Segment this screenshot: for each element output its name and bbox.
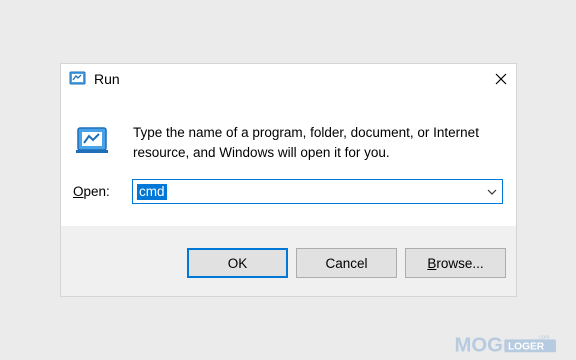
watermark-sub: LOGER bbox=[508, 342, 545, 353]
button-bar: OK Cancel Browse... bbox=[61, 226, 516, 296]
open-label: Open: bbox=[73, 184, 110, 199]
run-icon bbox=[69, 71, 86, 85]
title-bar: Run bbox=[61, 64, 516, 94]
description-text: Type the name of a program, folder, docu… bbox=[133, 125, 479, 160]
open-combobox[interactable]: cmd bbox=[132, 179, 503, 204]
ok-button[interactable]: OK bbox=[187, 248, 288, 278]
dialog-title: Run bbox=[94, 71, 120, 87]
open-input[interactable]: cmd bbox=[137, 184, 167, 200]
watermark-com: .com bbox=[538, 334, 550, 340]
browse-button[interactable]: Browse... bbox=[405, 248, 506, 278]
mogloger-watermark: MOG LOGER .com bbox=[454, 334, 556, 356]
close-icon bbox=[495, 73, 507, 85]
chevron-down-icon[interactable] bbox=[485, 185, 499, 199]
cancel-button[interactable]: Cancel bbox=[296, 248, 397, 278]
close-button[interactable] bbox=[486, 64, 516, 94]
run-icon bbox=[76, 127, 108, 153]
watermark-main: MOG bbox=[454, 334, 502, 356]
run-dialog: Run Type the name of a program, folder, … bbox=[60, 63, 517, 297]
